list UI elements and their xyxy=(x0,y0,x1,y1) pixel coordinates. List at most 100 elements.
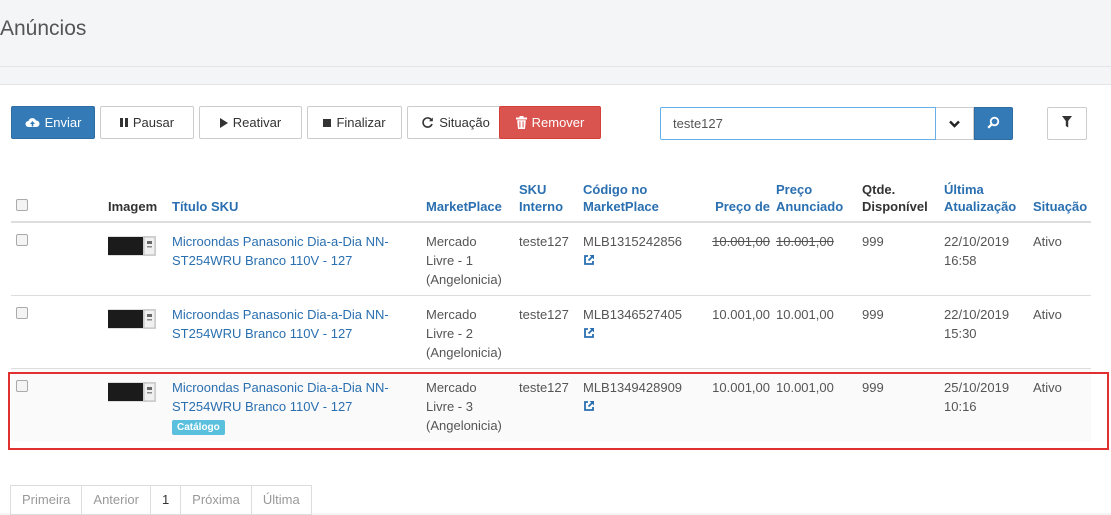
product-title-link[interactable]: Microondas Panasonic Dia-a-Dia NN- ST254W… xyxy=(172,307,389,341)
listings-panel: Enviar Pausar Reativar Finalizar Situaçã… xyxy=(0,84,1111,513)
stop-icon xyxy=(323,118,332,127)
row-qtde-cell: 999 xyxy=(859,221,941,296)
reativar-label: Reativar xyxy=(232,115,282,130)
row-codigo-cell: MLB1349428909 xyxy=(580,368,700,441)
marketplace-line2: Livre - 1 xyxy=(426,253,473,268)
table-row: Microondas Panasonic Dia-a-Dia NN- ST254W… xyxy=(11,221,1091,296)
external-link-icon[interactable] xyxy=(583,325,595,344)
situacao-label: Situação xyxy=(439,115,490,130)
situacao-button[interactable]: Situação xyxy=(407,106,504,139)
header-codigo-line2: MarketPlace xyxy=(583,199,659,214)
row-title-cell: Microondas Panasonic Dia-a-Dia NN- ST254W… xyxy=(169,295,423,369)
page-title: Anúncios xyxy=(0,17,87,40)
row-image-cell xyxy=(105,221,169,296)
header-preco-anunciado[interactable]: Preço Anunciado xyxy=(773,177,859,223)
row-codigo-cell: MLB1315242856 xyxy=(580,221,700,296)
marketplace-line1: Mercado xyxy=(426,380,477,395)
page-next[interactable]: Próxima xyxy=(180,485,252,515)
header-situacao[interactable]: Situação xyxy=(1030,177,1091,223)
header-sku-interno[interactable]: SKU Interno xyxy=(516,177,580,223)
row-image-cell xyxy=(105,295,169,369)
row-sku-cell: teste127 xyxy=(516,368,580,441)
updated-time: 15:30 xyxy=(944,326,977,341)
header-marketplace[interactable]: MarketPlace xyxy=(423,177,516,223)
table-row: Microondas Panasonic Dia-a-Dia NN- ST254W… xyxy=(11,295,1091,369)
marketplace-line3: (Angelonicia) xyxy=(426,272,502,287)
page-previous[interactable]: Anterior xyxy=(81,485,151,515)
updated-time: 10:16 xyxy=(944,399,977,414)
product-thumbnail xyxy=(108,232,156,262)
catalog-badge: Catálogo xyxy=(172,420,225,435)
filter-button[interactable] xyxy=(1047,107,1087,140)
updated-date: 22/10/2019 xyxy=(944,307,1010,322)
row-select-cell xyxy=(11,295,105,369)
marketplace-line2: Livre - 3 xyxy=(426,399,473,414)
row-sku-cell: teste127 xyxy=(516,295,580,369)
header-preco-anunciado-line2: Anunciado xyxy=(776,199,844,214)
title-line2: ST254WRU Branco 110V - 127 xyxy=(172,326,353,341)
enviar-button[interactable]: Enviar xyxy=(11,106,95,139)
listings-table: Imagem Título SKU MarketPlace SKU Interno… xyxy=(11,177,1091,441)
select-all-checkbox[interactable] xyxy=(16,199,28,211)
remover-button[interactable]: Remover xyxy=(499,106,601,139)
enviar-label: Enviar xyxy=(44,115,82,130)
external-link-icon[interactable] xyxy=(583,252,595,271)
row-preco-anunciado-cell: 10.001,00 xyxy=(773,221,859,296)
reativar-button[interactable]: Reativar xyxy=(199,106,302,139)
title-line2: ST254WRU Branco 110V - 127 xyxy=(172,399,353,414)
row-codigo-cell: MLB1346527405 xyxy=(580,295,700,369)
search-input[interactable] xyxy=(660,107,936,140)
table-row: Microondas Panasonic Dia-a-Dia NN- ST254W… xyxy=(11,368,1091,441)
finalizar-button[interactable]: Finalizar xyxy=(307,106,402,139)
product-title-link[interactable]: Microondas Panasonic Dia-a-Dia NN- ST254W… xyxy=(172,380,389,414)
pagination: Primeira Anterior 1 Próxima Última xyxy=(10,485,312,515)
row-situacao-cell: Ativo xyxy=(1030,368,1091,441)
row-marketplace-cell: Mercado Livre - 3 (Angelonicia) xyxy=(423,368,516,441)
marketplace-line2: Livre - 2 xyxy=(426,326,473,341)
header-ultima-atualizacao[interactable]: Última Atualização xyxy=(941,177,1030,223)
row-title-cell: Microondas Panasonic Dia-a-Dia NN- ST254W… xyxy=(169,368,423,441)
updated-date: 25/10/2019 xyxy=(944,380,1010,395)
row-marketplace-cell: Mercado Livre - 2 (Angelonicia) xyxy=(423,295,516,369)
header-codigo[interactable]: Código no MarketPlace xyxy=(580,177,700,223)
product-title-link[interactable]: Microondas Panasonic Dia-a-Dia NN- ST254W… xyxy=(172,234,389,268)
remover-label: Remover xyxy=(531,115,585,130)
trash-icon xyxy=(515,116,527,129)
title-line1: Microondas Panasonic Dia-a-Dia NN- xyxy=(172,234,389,249)
chevron-down-icon xyxy=(949,116,960,131)
title-line1: Microondas Panasonic Dia-a-Dia NN- xyxy=(172,380,389,395)
header-qtde: Qtde. Disponível xyxy=(859,177,941,223)
row-checkbox[interactable] xyxy=(16,234,28,246)
header-qtde-line2: Disponível xyxy=(862,199,928,214)
updated-date: 22/10/2019 xyxy=(944,234,1010,249)
row-image-cell xyxy=(105,368,169,441)
product-thumbnail xyxy=(108,305,156,335)
product-thumbnail xyxy=(108,378,156,408)
external-link-icon[interactable] xyxy=(583,398,595,417)
header-titulo[interactable]: Título SKU xyxy=(169,177,423,223)
row-preco-de-cell: 10.001,00 xyxy=(700,295,773,369)
refresh-icon xyxy=(421,116,434,129)
search-button[interactable] xyxy=(974,107,1013,140)
page-last[interactable]: Última xyxy=(250,485,312,515)
search-icon xyxy=(987,116,1000,132)
pausar-button[interactable]: Pausar xyxy=(100,106,194,139)
header-ultima-line2: Atualização xyxy=(944,199,1017,214)
header-preco-de[interactable]: Preço de xyxy=(700,177,773,223)
search-options-dropdown[interactable] xyxy=(936,107,974,140)
row-checkbox[interactable] xyxy=(16,307,28,319)
preco-de-value: 10.001,00 xyxy=(712,234,770,249)
header-imagem: Imagem xyxy=(105,177,169,223)
row-checkbox[interactable] xyxy=(16,380,28,392)
row-preco-de-cell: 10.001,00 xyxy=(700,221,773,296)
row-situacao-cell: Ativo xyxy=(1030,295,1091,369)
marketplace-code: MLB1349428909 xyxy=(583,380,683,395)
header-preco-anunciado-line1: Preço xyxy=(776,182,813,197)
cloud-upload-icon xyxy=(25,117,40,128)
table-header-row: Imagem Título SKU MarketPlace SKU Interno… xyxy=(11,177,1091,223)
select-all-header xyxy=(11,177,105,223)
row-title-cell: Microondas Panasonic Dia-a-Dia NN- ST254W… xyxy=(169,221,423,296)
marketplace-code: MLB1346527405 xyxy=(583,307,683,322)
page-current[interactable]: 1 xyxy=(149,485,182,515)
page-first[interactable]: Primeira xyxy=(10,485,83,515)
